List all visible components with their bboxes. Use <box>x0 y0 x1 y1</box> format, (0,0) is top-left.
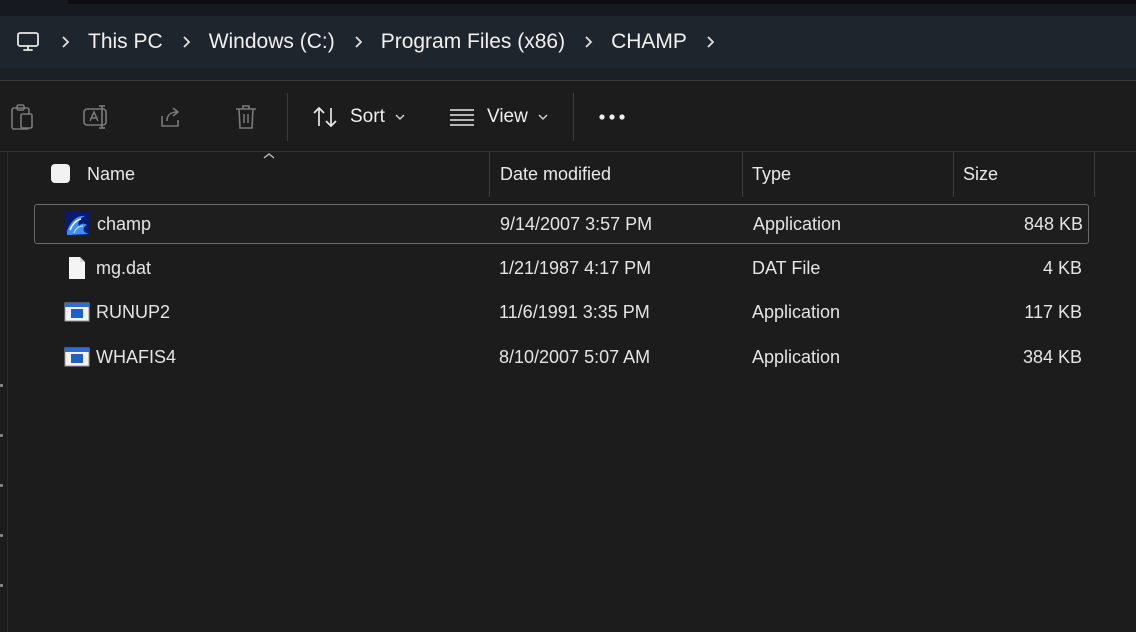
sort-icon <box>313 106 337 128</box>
file-name: champ <box>97 213 152 234</box>
tree-dot <box>0 534 3 537</box>
tree-dot <box>0 384 3 387</box>
chevron-right-icon[interactable] <box>163 16 209 68</box>
pane-splitter[interactable] <box>7 152 8 632</box>
window-app-icon <box>63 338 91 376</box>
column-type[interactable]: Type <box>752 152 791 197</box>
view-button[interactable]: View <box>449 101 548 133</box>
file-date: 8/10/2007 5:07 AM <box>499 346 651 367</box>
monitor-icon[interactable] <box>14 28 42 56</box>
file-row-runup2[interactable]: RUNUP2 11/6/1991 3:35 PM Application 117… <box>34 293 1087 331</box>
breadcrumb-this-pc[interactable]: This PC <box>88 30 163 54</box>
toolbar-divider <box>573 93 574 141</box>
file-name: RUNUP2 <box>96 301 171 322</box>
chevron-right-icon[interactable] <box>42 16 88 68</box>
window-app-icon <box>63 293 91 331</box>
chevron-down-icon <box>538 114 548 121</box>
paste-icon[interactable] <box>8 103 36 131</box>
breadcrumb-program-files-x86[interactable]: Program Files (x86) <box>381 30 565 54</box>
delete-icon[interactable] <box>232 103 260 131</box>
address-bar-bottom <box>0 68 1136 81</box>
file-date: 11/6/1991 3:35 PM <box>499 301 650 322</box>
wave-app-icon <box>64 205 92 243</box>
view-label: View <box>487 106 528 127</box>
file-type: Application <box>752 346 841 367</box>
document-icon <box>63 249 91 287</box>
chevron-right-icon[interactable] <box>565 16 611 68</box>
more-options-button[interactable] <box>598 101 626 133</box>
column-name[interactable]: Name <box>87 152 135 197</box>
file-row-whafis4[interactable]: WHAFIS4 8/10/2007 5:07 AM Application 38… <box>34 338 1087 376</box>
file-date: 1/21/1987 4:17 PM <box>499 257 652 278</box>
file-type: Application <box>753 213 842 234</box>
tree-dot <box>0 434 3 437</box>
file-name: mg.dat <box>96 257 152 278</box>
column-divider[interactable] <box>1094 152 1095 197</box>
share-icon[interactable] <box>157 103 185 131</box>
tree-dot <box>0 584 3 587</box>
breadcrumb-champ[interactable]: CHAMP <box>611 30 687 54</box>
breadcrumb-windows-c[interactable]: Windows (C:) <box>209 30 335 54</box>
column-date-modified[interactable]: Date modified <box>500 152 611 197</box>
chevron-right-icon[interactable] <box>335 16 381 68</box>
file-row-champ[interactable]: champ 9/14/2007 3:57 PM Application 848 … <box>34 204 1089 244</box>
view-list-icon <box>450 109 474 126</box>
file-date: 9/14/2007 3:57 PM <box>500 213 653 234</box>
file-row-mg-dat[interactable]: mg.dat 1/21/1987 4:17 PM DAT File 4 KB <box>34 249 1087 287</box>
more-dots-icon <box>599 114 625 120</box>
title-strip-edge <box>68 0 1136 4</box>
column-size[interactable]: Size <box>963 152 998 197</box>
column-divider[interactable] <box>489 152 490 197</box>
sort-button[interactable]: Sort <box>312 101 405 133</box>
file-type: Application <box>752 301 841 322</box>
select-all-checkbox[interactable] <box>51 164 70 183</box>
file-size: 848 KB <box>1023 213 1083 234</box>
sort-label: Sort <box>350 106 385 127</box>
title-strip <box>0 0 1136 16</box>
navigation-pane-edge[interactable] <box>0 152 10 632</box>
breadcrumb: This PC Windows (C:) Program Files (x86)… <box>14 16 733 68</box>
file-size: 4 KB <box>1042 257 1082 278</box>
file-type: DAT File <box>752 257 821 278</box>
sort-ascending-icon <box>263 153 275 159</box>
tree-dot <box>0 484 3 487</box>
column-divider[interactable] <box>742 152 743 197</box>
toolbar-divider <box>287 93 288 141</box>
column-divider[interactable] <box>953 152 954 197</box>
rename-icon[interactable] <box>82 103 110 131</box>
chevron-right-icon[interactable] <box>687 16 733 68</box>
column-header: Name Date modified Type Size <box>0 152 1136 197</box>
command-bar: Sort View <box>0 81 1136 152</box>
file-size: 384 KB <box>1022 346 1082 367</box>
chevron-down-icon <box>395 114 405 121</box>
file-name: WHAFIS4 <box>96 346 177 367</box>
file-size: 117 KB <box>1024 301 1082 322</box>
